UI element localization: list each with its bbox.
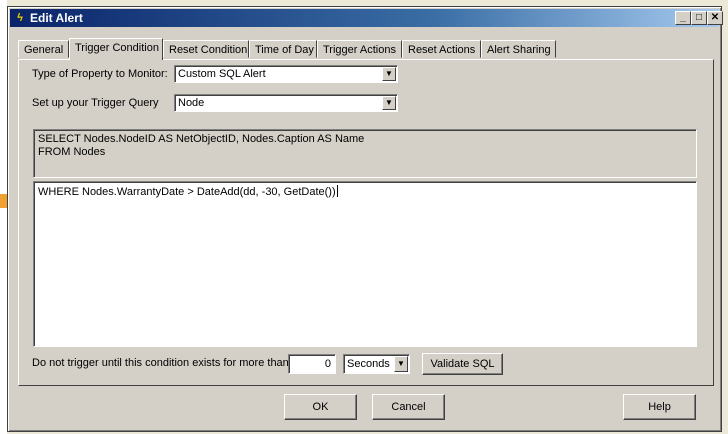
where-clause: WHERE Nodes.WarrantyDate > DateAdd(dd, -… [38, 186, 336, 198]
duration-unit-value: Seconds [347, 358, 390, 370]
tab-reset-actions[interactable]: Reset Actions [402, 40, 481, 58]
tab-trigger-actions[interactable]: Trigger Actions [317, 40, 402, 58]
tab-reset-condition[interactable]: Reset Condition [163, 40, 249, 58]
property-type-label: Type of Property to Monitor: [32, 68, 168, 80]
tab-alert-sharing[interactable]: Alert Sharing [481, 40, 556, 58]
trigger-query-value: Node [178, 97, 205, 109]
duration-unit-select[interactable]: Seconds ▼ [343, 354, 410, 374]
chevron-down-icon[interactable]: ▼ [394, 356, 408, 372]
help-button[interactable]: Help [623, 394, 696, 420]
background-accent [0, 194, 7, 208]
sql-select-readonly: SELECT Nodes.NodeID AS NetObjectID, Node… [33, 129, 697, 178]
close-button[interactable]: ✕ [707, 11, 723, 25]
chevron-down-icon[interactable]: ▼ [382, 67, 396, 81]
maximize-button[interactable]: □ [691, 11, 707, 25]
cancel-button[interactable]: Cancel [372, 394, 445, 420]
cancel-label: Cancel [391, 401, 426, 413]
edit-alert-dialog: ϟ Edit Alert _ □ ✕ General Trigger Condi… [7, 6, 723, 432]
sql-where-editor[interactable]: WHERE Nodes.WarrantyDate > DateAdd(dd, -… [33, 181, 697, 347]
ok-button[interactable]: OK [284, 394, 357, 420]
window-title: Edit Alert [30, 11, 83, 25]
trigger-query-label: Set up your Trigger Query [32, 97, 159, 109]
validate-sql-label: Validate SQL [430, 358, 495, 370]
tab-time-of-day[interactable]: Time of Day [249, 40, 317, 58]
title-bar[interactable]: ϟ Edit Alert _ □ ✕ [10, 9, 723, 27]
property-type-select[interactable]: Custom SQL Alert ▼ [174, 65, 398, 83]
sql-line-from: FROM Nodes [38, 146, 106, 158]
background-app-strip [0, 0, 7, 434]
chevron-down-icon[interactable]: ▼ [382, 96, 396, 110]
ok-label: OK [312, 401, 329, 413]
duration-input[interactable]: 0 [288, 354, 336, 374]
minimize-button[interactable]: _ [675, 11, 691, 25]
sql-line-select: SELECT Nodes.NodeID AS NetObjectID, Node… [38, 133, 365, 145]
property-type-value: Custom SQL Alert [178, 68, 266, 80]
tab-trigger-condition[interactable]: Trigger Condition [69, 38, 163, 60]
help-label: Help [648, 401, 671, 413]
validate-sql-button[interactable]: Validate SQL [422, 353, 503, 375]
text-caret [336, 185, 338, 197]
trigger-condition-panel: Type of Property to Monitor: Custom SQL … [18, 59, 714, 386]
trigger-query-select[interactable]: Node ▼ [174, 94, 398, 112]
sql-where-text: WHERE Nodes.WarrantyDate > DateAdd(dd, -… [38, 185, 338, 198]
duration-label: Do not trigger until this condition exis… [32, 357, 289, 369]
tab-general[interactable]: General [18, 40, 69, 58]
lightning-icon: ϟ [17, 12, 23, 24]
duration-value: 0 [324, 358, 331, 370]
